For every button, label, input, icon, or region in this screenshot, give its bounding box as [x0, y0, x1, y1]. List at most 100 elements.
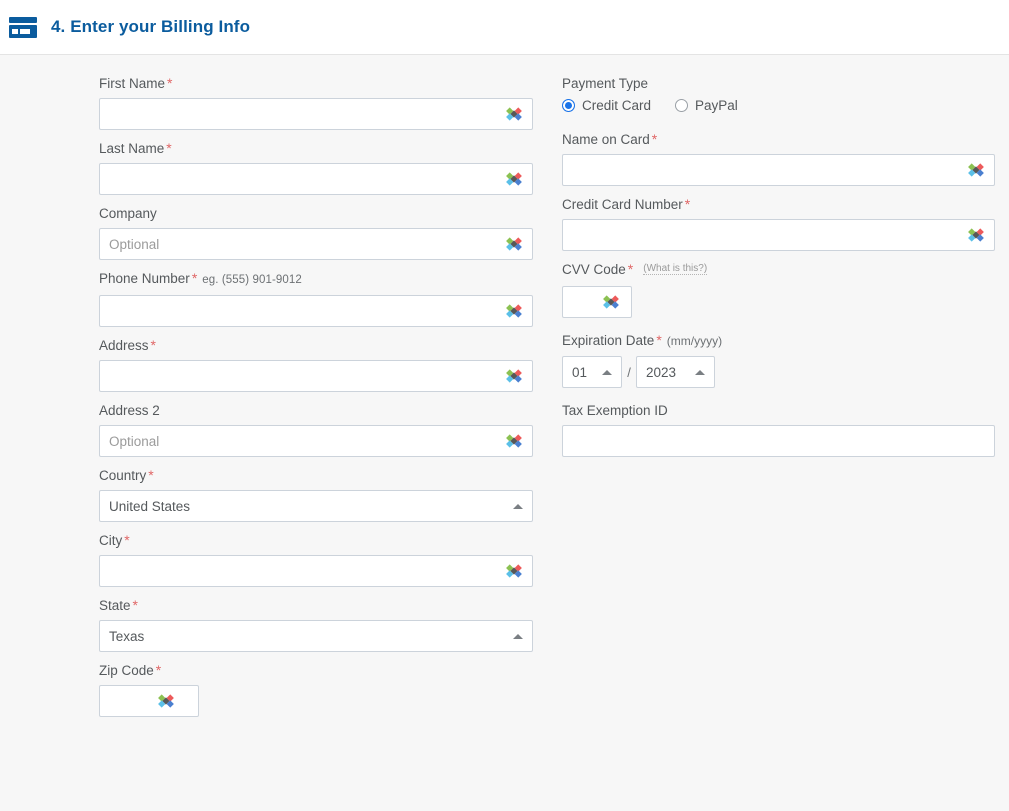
company-input[interactable] — [99, 228, 533, 260]
country-selected-value: United States — [109, 498, 191, 514]
autofill-diamonds-icon[interactable] — [506, 562, 525, 581]
field-company: Company — [99, 205, 533, 260]
label-credit-card-number: Credit Card Number * — [562, 196, 995, 213]
payment-type-radio-group: Credit Card PayPal — [562, 98, 995, 113]
chevron-up-icon — [695, 370, 705, 375]
radio-paypal[interactable]: PayPal — [675, 98, 738, 113]
label-tax-exemption-id: Tax Exemption ID — [562, 402, 995, 419]
label-text: Company — [99, 206, 157, 221]
required-marker: * — [150, 337, 156, 353]
field-payment-type: Payment Type Credit Card PayPal — [562, 75, 995, 113]
expiration-month-value: 01 — [572, 364, 588, 380]
field-credit-card-number: Credit Card Number * — [562, 196, 995, 251]
field-country: Country * United States — [99, 467, 533, 522]
first-name-input[interactable] — [99, 98, 533, 130]
expiration-format-hint: (mm/yyyy) — [666, 334, 723, 348]
required-marker: * — [155, 662, 162, 678]
autofill-diamonds-icon[interactable] — [506, 170, 525, 189]
label-zip-code: Zip Code * — [99, 662, 533, 679]
label-text: Credit Card Number — [562, 197, 683, 212]
credit-card-number-input[interactable] — [562, 219, 995, 251]
label-cvv-code: CVV Code * (What is this?) — [562, 261, 995, 280]
cvv-help-link[interactable]: (What is this?) — [643, 263, 708, 275]
label-country: Country * — [99, 467, 533, 484]
required-marker: * — [167, 75, 173, 91]
label-payment-type: Payment Type — [562, 76, 649, 91]
autofill-diamonds-icon[interactable] — [506, 302, 525, 321]
autofill-diamonds-icon[interactable] — [506, 367, 525, 386]
expiration-year-select[interactable]: 2023 — [636, 356, 715, 388]
required-marker: * — [656, 332, 662, 348]
required-marker: * — [148, 467, 154, 483]
autofill-diamonds-icon[interactable] — [506, 235, 525, 254]
label-name-on-card: Name on Card * — [562, 131, 995, 148]
expiration-month-select[interactable]: 01 — [562, 356, 622, 388]
label-text: Zip Code — [99, 663, 154, 678]
field-state: State * Texas — [99, 597, 533, 652]
radio-credit-card[interactable]: Credit Card — [562, 98, 651, 113]
billing-right-column: Payment Type Credit Card PayPal Name on … — [562, 55, 995, 467]
field-expiration-date: Expiration Date * (mm/yyyy) 01 / 2023 — [562, 332, 995, 388]
label-text: Phone Number — [99, 271, 190, 286]
label-city: City * — [99, 532, 533, 549]
autofill-diamonds-icon[interactable] — [968, 226, 987, 245]
city-input[interactable] — [99, 555, 533, 587]
radio-indicator — [675, 99, 689, 112]
autofill-diamonds-icon[interactable] — [158, 692, 177, 711]
label-address-2: Address 2 — [99, 402, 533, 419]
autofill-diamonds-icon[interactable] — [603, 293, 622, 312]
label-text: Expiration Date — [562, 333, 655, 348]
required-marker: * — [166, 140, 172, 156]
page-header: 4. Enter your Billing Info — [0, 0, 1009, 55]
phone-format-hint: eg. (555) 901-9012 — [202, 274, 302, 286]
phone-number-input[interactable] — [99, 295, 533, 327]
label-first-name: First Name * — [99, 75, 533, 92]
label-text: Address — [99, 338, 149, 353]
required-marker: * — [651, 131, 658, 147]
required-marker: * — [684, 196, 691, 212]
address-input[interactable] — [99, 360, 533, 392]
radio-credit-card-label: Credit Card — [582, 98, 652, 113]
label-text: City — [99, 533, 123, 548]
chevron-up-icon — [513, 504, 523, 509]
required-marker: * — [191, 270, 198, 286]
name-on-card-input[interactable] — [562, 154, 995, 186]
label-text: Last Name — [99, 141, 165, 156]
label-text: Address 2 — [99, 403, 160, 418]
label-text: CVV Code — [562, 262, 626, 277]
address-2-input[interactable] — [99, 425, 533, 457]
label-text: Country — [99, 468, 147, 483]
field-first-name: First Name * — [99, 75, 533, 130]
label-phone-number: Phone Number * eg. (555) 901-9012 — [99, 270, 533, 289]
required-marker: * — [132, 597, 138, 613]
credit-card-icon — [9, 16, 37, 38]
expiration-year-value: 2023 — [646, 364, 677, 380]
state-selected-value: Texas — [109, 628, 145, 644]
label-text: Name on Card — [562, 132, 650, 147]
country-select[interactable]: United States — [99, 490, 533, 522]
field-address-2: Address 2 — [99, 402, 533, 457]
required-marker: * — [627, 261, 634, 277]
state-select[interactable]: Texas — [99, 620, 533, 652]
field-city: City * — [99, 532, 533, 587]
label-company: Company — [99, 205, 533, 222]
field-cvv-code: CVV Code * (What is this?) — [562, 261, 995, 318]
radio-indicator — [562, 99, 575, 112]
autofill-diamonds-icon[interactable] — [506, 432, 525, 451]
field-phone-number: Phone Number * eg. (555) 901-9012 — [99, 270, 533, 327]
field-zip-code: Zip Code * — [99, 662, 533, 717]
zip-code-input[interactable] — [99, 685, 199, 717]
required-marker: * — [124, 532, 130, 548]
chevron-up-icon — [602, 370, 612, 375]
radio-paypal-label: PayPal — [695, 98, 738, 113]
last-name-input[interactable] — [99, 163, 533, 195]
label-last-name: Last Name * — [99, 140, 533, 157]
field-address: Address * — [99, 337, 533, 392]
field-tax-exemption-id: Tax Exemption ID — [562, 402, 995, 457]
autofill-diamonds-icon[interactable] — [506, 105, 525, 124]
expiration-separator: / — [627, 364, 631, 380]
tax-exemption-id-input[interactable] — [562, 425, 995, 457]
autofill-diamonds-icon[interactable] — [968, 161, 987, 180]
page-title: 4. Enter your Billing Info — [51, 17, 251, 36]
label-text: State — [99, 598, 131, 613]
